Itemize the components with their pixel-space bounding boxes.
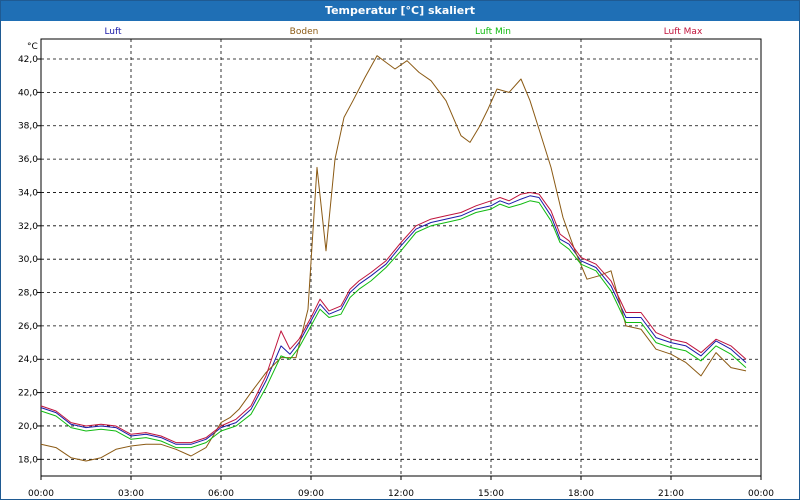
x-tick-time-label: 18:00 xyxy=(568,489,594,499)
y-tick-label: 24,0 xyxy=(18,355,38,365)
y-tick-label: 40,0 xyxy=(18,88,38,98)
y-tick-label: 32,0 xyxy=(18,222,38,232)
x-tick-time-label: 00:00 xyxy=(28,489,54,499)
y-axis: 18,0 20,0 22,0 24,0 26,0 28,0 30,0 32,0 34,0 36,0… xyxy=(18,55,41,465)
x-tick-time-label: 03:00 xyxy=(118,489,144,499)
legend-entry: Luft xyxy=(104,27,122,37)
y-tick-label: 26,0 xyxy=(18,322,38,332)
y-tick-label: 42,0 xyxy=(18,55,38,65)
y-tick-label: 30,0 xyxy=(18,255,38,265)
y-tick-label: 38,0 xyxy=(18,122,38,132)
temperature-chart: 18,0 20,0 22,0 24,0 26,0 28,0 30,0 32,0 34,0 36,0… xyxy=(18,27,774,499)
window-title: Temperatur [°C] skaliert xyxy=(1,1,799,21)
y-axis-unit-label: °C xyxy=(27,42,38,52)
x-tick-time-label: 15:00 xyxy=(478,489,504,499)
y-tick-label: 28,0 xyxy=(18,289,38,299)
chart-window: Temperatur [°C] skaliert 18,0 20,0 22,0 24,… xyxy=(0,0,800,500)
y-tick-label: 20,0 xyxy=(18,422,38,432)
y-tick-label: 34,0 xyxy=(18,188,38,198)
y-tick-label: 22,0 xyxy=(18,389,38,399)
x-tick-time-label: 06:00 xyxy=(208,489,234,499)
legend-entry: Luft Min xyxy=(475,27,511,37)
y-tick-label: 36,0 xyxy=(18,155,38,165)
y-tick-label: 18,0 xyxy=(18,455,38,465)
x-tick-time-label: 09:00 xyxy=(298,489,324,499)
legend-entry: Luft Max xyxy=(664,27,703,37)
x-tick-time-label: 00:00 xyxy=(748,489,774,499)
legend-entry: Boden xyxy=(290,27,319,37)
legend: Luft Boden Luft Min Luft Max xyxy=(104,27,703,37)
x-axis: 00:0029.05.1703:0029.05.1706:0029.05.170… xyxy=(28,476,774,499)
x-tick-time-label: 12:00 xyxy=(388,489,414,499)
x-tick-time-label: 21:00 xyxy=(658,489,684,499)
